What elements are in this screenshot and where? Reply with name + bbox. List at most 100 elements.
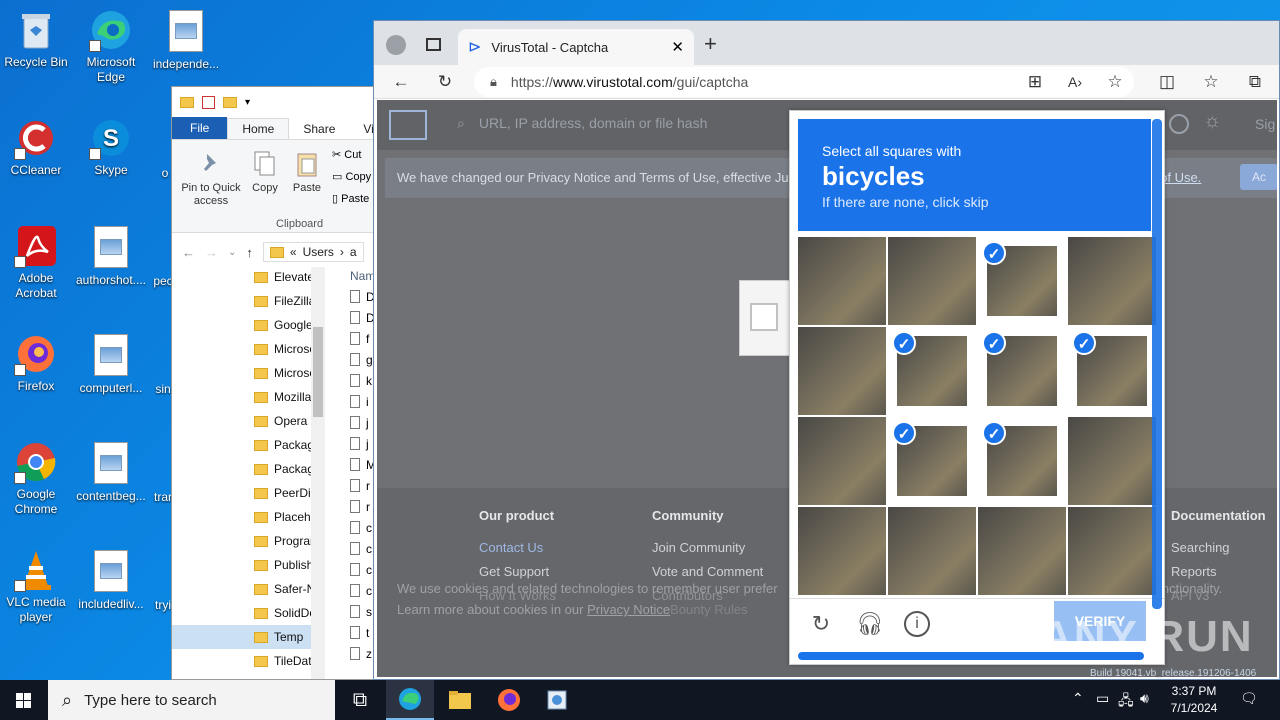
taskbar-file-explorer[interactable]: [436, 680, 484, 720]
pin-quick-access-button[interactable]: Pin to Quick access: [176, 150, 246, 208]
desktop-icon-google-chrome[interactable]: Google Chrome: [0, 440, 72, 517]
desktop-icon-vlc[interactable]: VLC media player: [0, 548, 72, 625]
file-row[interactable]: t: [346, 622, 375, 643]
file-row[interactable]: r: [346, 475, 375, 496]
captcha-tile[interactable]: [1068, 237, 1156, 325]
back-arrow-icon[interactable]: ←: [182, 245, 195, 260]
forward-arrow-icon[interactable]: →: [205, 245, 218, 260]
file-row[interactable]: j: [346, 433, 375, 454]
captcha-tile[interactable]: [1068, 417, 1156, 505]
tab-actions-icon[interactable]: [426, 38, 441, 51]
nav-item[interactable]: Packag: [172, 457, 322, 481]
file-row[interactable]: D: [346, 286, 375, 307]
captcha-tile[interactable]: ✓: [978, 237, 1066, 325]
show-hidden-icons[interactable]: ⌃: [1072, 690, 1084, 707]
network-icon[interactable]: 🖧︎: [1118, 690, 1134, 714]
nav-item[interactable]: Elevate: [172, 265, 322, 289]
file-row[interactable]: z: [346, 643, 375, 664]
desktop-icon-computerl[interactable]: computerl...: [75, 332, 147, 396]
properties-icon[interactable]: [202, 95, 215, 109]
nav-item[interactable]: Google: [172, 313, 322, 337]
favorites-icon[interactable]: ☆: [1200, 71, 1222, 93]
nav-item[interactable]: Microso: [172, 337, 322, 361]
footer-link-join[interactable]: Join Community: [652, 536, 763, 560]
desktop-icon-authorshot[interactable]: authorshot....: [75, 224, 147, 288]
file-row[interactable]: k: [346, 370, 375, 391]
nav-item[interactable]: Placeho: [172, 505, 322, 529]
breadcrumb-overflow[interactable]: «: [290, 245, 297, 259]
captcha-tile[interactable]: ✓: [978, 327, 1066, 415]
tab-virustotal-captcha[interactable]: ⊳ VirusTotal - Captcha ✕: [458, 29, 694, 65]
file-row[interactable]: s: [346, 601, 375, 622]
network-icon[interactable]: ▭: [1096, 690, 1109, 707]
captcha-tile[interactable]: [978, 507, 1066, 595]
desktop-icon-adobe-acrobat[interactable]: Adobe Acrobat: [0, 224, 72, 301]
volume-icon[interactable]: 🔊︎: [1140, 690, 1149, 707]
file-row[interactable]: D: [346, 307, 375, 328]
desktop-icon-contentbeg[interactable]: contentbeg...: [75, 440, 147, 504]
nav-item[interactable]: Opera: [172, 409, 322, 433]
tab-view[interactable]: Vie: [349, 119, 375, 139]
tab-file[interactable]: File: [172, 117, 228, 139]
file-row[interactable]: M: [346, 454, 375, 475]
accept-button[interactable]: Ac: [1240, 164, 1277, 190]
tab-home[interactable]: Home: [227, 118, 290, 139]
desktop-icon-ccleaner[interactable]: CCleaner: [0, 116, 72, 178]
favorite-star-icon[interactable]: ☆: [1104, 71, 1126, 93]
file-row[interactable]: j: [346, 412, 375, 433]
breadcrumb[interactable]: « Users › a: [262, 242, 364, 262]
captcha-tile[interactable]: ✓: [888, 327, 976, 415]
nav-item[interactable]: Safer-N: [172, 577, 322, 601]
file-row[interactable]: i: [346, 391, 375, 412]
read-aloud-icon[interactable]: A›: [1064, 71, 1086, 93]
nav-item[interactable]: Microso: [172, 361, 322, 385]
file-row[interactable]: c: [346, 538, 375, 559]
captcha-tile[interactable]: [888, 237, 976, 325]
nav-item[interactable]: TileData: [172, 649, 322, 673]
help-icon[interactable]: [1169, 114, 1189, 134]
nav-item[interactable]: Temp: [172, 625, 322, 649]
recent-locations-icon[interactable]: ⌄: [228, 247, 236, 258]
paste-button[interactable]: Paste: [290, 150, 324, 195]
desktop-icon-independe[interactable]: independe...: [150, 8, 222, 72]
desktop-icon-firefox[interactable]: Firefox: [0, 332, 72, 394]
apps-icon[interactable]: ⊞: [1024, 71, 1046, 93]
close-icon[interactable]: ✕: [671, 38, 684, 56]
up-arrow-icon[interactable]: ↑: [246, 245, 253, 260]
privacy-notice-link[interactable]: Privacy Notice: [587, 602, 670, 617]
collections-icon[interactable]: ⧉: [1244, 71, 1266, 93]
paste-shortcut-button[interactable]: ▯ Paste: [332, 192, 369, 205]
lock-icon[interactable]: 🔒︎: [490, 74, 497, 90]
vt-search-input[interactable]: ⌕ URL, IP address, domain or file hash: [457, 115, 707, 132]
theme-sun-icon[interactable]: ☼: [1203, 110, 1221, 133]
captcha-scrollbar[interactable]: [1152, 119, 1162, 609]
refresh-icon[interactable]: ↻: [808, 611, 834, 637]
taskbar-clock[interactable]: 3:37 PM 7/1/2024: [1158, 683, 1230, 717]
new-tab-button[interactable]: +: [704, 31, 717, 57]
copy-button[interactable]: Copy: [248, 150, 282, 195]
notifications-icon[interactable]: 🗨︎: [1240, 690, 1258, 707]
captcha-tile[interactable]: ✓: [888, 417, 976, 505]
captcha-tile[interactable]: ✓: [1068, 327, 1156, 415]
desktop-icon-includedliv[interactable]: includedliv...: [75, 548, 147, 612]
taskbar-app[interactable]: [533, 680, 581, 720]
captcha-tile[interactable]: [888, 507, 976, 595]
file-row[interactable]: r: [346, 496, 375, 517]
desktop-icon-microsoft-edge[interactable]: Microsoft Edge: [75, 8, 147, 85]
captcha-checkbox[interactable]: [750, 303, 778, 331]
virustotal-logo-icon[interactable]: [389, 110, 427, 140]
navigation-scrollbar[interactable]: [311, 267, 325, 679]
footer-link-contact[interactable]: Contact Us: [479, 536, 556, 560]
nav-item[interactable]: FileZilla: [172, 289, 322, 313]
headphones-icon[interactable]: 🎧︎: [856, 611, 884, 637]
taskbar-search-box[interactable]: ⌕ Type here to search: [48, 680, 335, 720]
tab-share[interactable]: Share: [289, 119, 349, 139]
nav-item[interactable]: Mozilla: [172, 385, 322, 409]
task-view-icon[interactable]: ⧉: [336, 680, 384, 720]
captcha-tile[interactable]: [798, 417, 886, 505]
taskbar-edge[interactable]: [386, 680, 434, 720]
desktop-icon-recycle-bin[interactable]: Recycle Bin: [0, 8, 72, 70]
chevron-down-icon[interactable]: ▾: [245, 97, 250, 108]
breadcrumb-users[interactable]: Users: [303, 245, 334, 259]
file-row[interactable]: c: [346, 559, 375, 580]
